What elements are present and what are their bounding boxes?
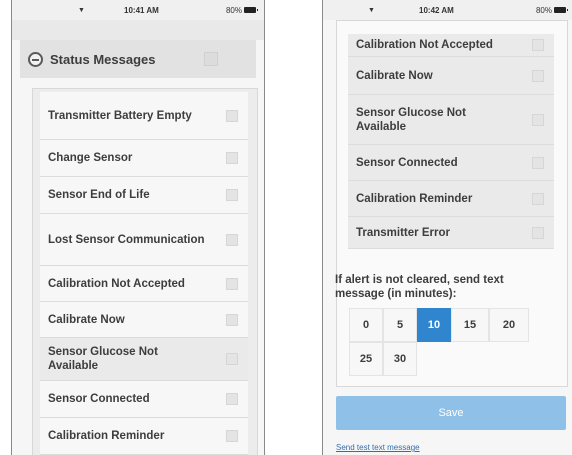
status-bar: ▼ 10:42 AM 80% [323,0,572,20]
status-row-checkbox[interactable] [226,353,238,365]
status-row-calibration-not-accepted[interactable]: Calibration Not Accepted [40,266,248,302]
wifi-icon: ▼ [78,6,85,14]
status-row-label: Sensor Connected [356,156,458,169]
status-row-checkbox[interactable] [226,393,238,405]
status-row-label: Calibration Reminder [356,192,473,205]
status-row-checkbox[interactable] [532,226,544,239]
status-row-checkbox[interactable] [226,430,238,442]
minute-option-25[interactable]: 25 [349,342,383,376]
status-row-sensor-connected[interactable]: Sensor Connected [348,145,554,181]
section-toggle[interactable] [204,52,218,66]
status-row-checkbox[interactable] [226,189,238,201]
status-row-label: Lost Sensor Communication [48,233,205,246]
battery-icon [554,7,568,13]
minute-option-10[interactable]: 10 [417,308,451,342]
status-messages-header[interactable]: Status Messages [20,40,256,78]
status-row-sensor-connected[interactable]: Sensor Connected [40,381,248,418]
status-row-label: Sensor Glucose Not Available [48,346,158,372]
status-row-calibrate-now[interactable]: Calibrate Now [348,57,554,95]
status-row-label: Transmitter Battery Empty [48,109,192,122]
minute-option-15[interactable]: 15 [451,308,489,342]
status-row-sensor-glucose-not-available[interactable]: Sensor Glucose Not Available [40,338,248,381]
battery-percent: 80% [225,5,242,15]
status-row-checkbox[interactable] [532,156,544,169]
status-row-checkbox[interactable] [226,109,238,122]
status-row-checkbox[interactable] [226,277,238,290]
status-row-calibration-not-accepted[interactable]: Calibration Not Accepted [348,34,554,57]
minute-option-0[interactable]: 0 [349,308,383,342]
status-row-change-sensor[interactable]: Change Sensor [40,140,248,177]
send-test-message-link[interactable]: Send test text message [336,443,420,452]
status-row-checkbox[interactable] [226,313,238,326]
status-row-label: Calibrate Now [356,69,433,82]
battery-indicator: 80% [225,5,258,15]
collapse-icon[interactable] [28,51,43,67]
status-row-label: Sensor End of Life [48,189,150,201]
status-row-checkbox[interactable] [532,69,544,82]
status-time: 10:41 AM [124,5,159,15]
status-row-transmitter-error[interactable]: Transmitter Error [348,217,554,249]
status-row-label: Calibration Not Accepted [48,277,185,290]
status-row-calibration-reminder[interactable]: Calibration Reminder [348,181,554,217]
minutes-label: If alert is not cleared, send text messa… [335,274,504,300]
section-title: Status Messages [50,51,156,67]
status-row-sensor-glucose-not-available[interactable]: Sensor Glucose Not Available [348,95,554,145]
status-row-checkbox[interactable] [532,113,544,126]
minute-option-30[interactable]: 30 [383,342,417,376]
status-time: 10:42 AM [419,5,454,15]
minute-option-20[interactable]: 20 [489,308,529,342]
save-button[interactable]: Save [336,396,566,430]
wifi-icon: ▼ [368,6,375,14]
status-row-label: Sensor Glucose Not Available [356,106,466,133]
status-row-sensor-end-of-life[interactable]: Sensor End of Life [40,177,248,214]
battery-indicator: 80% [535,5,568,15]
minute-option-5[interactable]: 5 [383,308,417,342]
status-row-checkbox[interactable] [532,192,544,205]
status-row-label: Change Sensor [48,152,133,164]
status-row-label: Transmitter Error [356,226,450,239]
nav-bar [12,20,264,40]
right-phone-screen: ▼ 10:42 AM 80% Calibration Not Accepted C… [322,0,572,455]
battery-icon [244,7,258,13]
status-row-label: Calibrate Now [48,313,125,326]
battery-percent: 80% [535,5,552,15]
status-bar: ▼ 10:41 AM 80% [12,0,264,20]
status-row-checkbox[interactable] [226,152,238,164]
status-row-transmitter-battery-empty[interactable]: Transmitter Battery Empty [40,92,248,140]
status-row-label: Calibration Reminder [48,430,165,442]
status-row-checkbox[interactable] [532,39,544,51]
status-row-label: Calibration Not Accepted [356,39,493,51]
status-row-checkbox[interactable] [226,233,238,246]
status-row-lost-sensor-communication[interactable]: Lost Sensor Communication [40,214,248,266]
status-row-calibration-reminder[interactable]: Calibration Reminder [40,418,248,455]
left-phone-screen: ▼ 10:41 AM 80% Status Messages Transmitt… [11,0,265,455]
status-row-calibrate-now[interactable]: Calibrate Now [40,302,248,338]
status-row-label: Sensor Connected [48,393,150,405]
